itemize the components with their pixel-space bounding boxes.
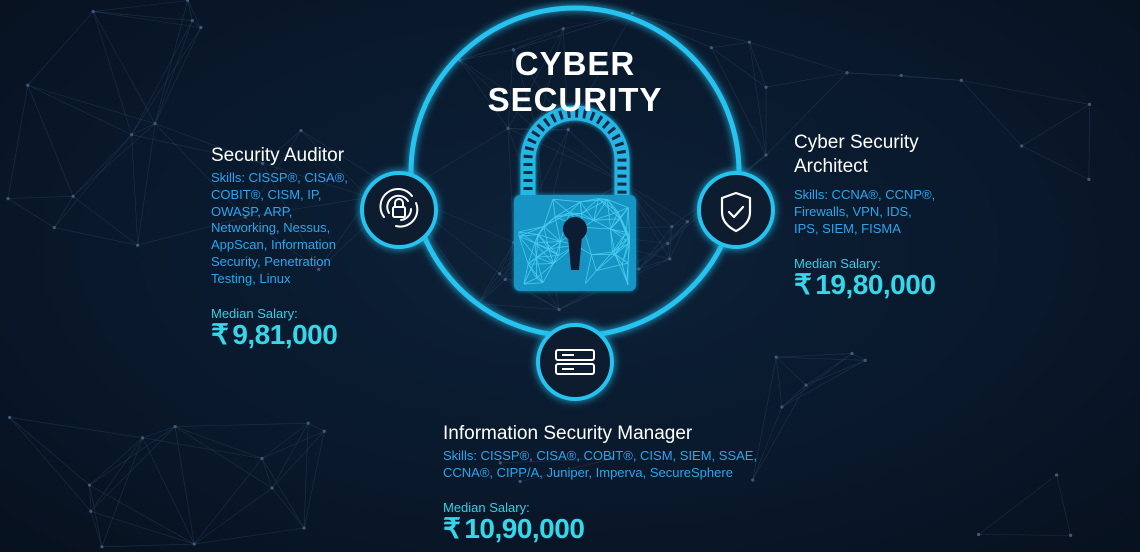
architect-title: Cyber Security Architect: [794, 132, 919, 177]
architect-salary: ₹19,80,000: [794, 269, 936, 300]
page-title: CYBER SECURITY: [487, 45, 663, 118]
manager-skills: Skills: CISSP®, CISA®, COBIT®, CISM, SIE…: [443, 448, 758, 480]
rupee-symbol: ₹: [443, 513, 461, 544]
rupee-symbol: ₹: [794, 269, 812, 300]
rupee-symbol: ₹: [211, 319, 229, 350]
auditor-skills: Skills: CISSP®, CISA®, COBIT®, CISM, IP,…: [211, 170, 348, 286]
auditor-salary: ₹9,81,000: [211, 319, 338, 350]
architect-icon-circle: [697, 171, 775, 249]
padlock-icon: [514, 105, 636, 291]
manager-icon-circle: [536, 323, 614, 401]
auditor-icon-circle: [360, 171, 438, 249]
architect-skills: Skills: CCNA®, CCNP®, Firewalls, VPN, ID…: [794, 187, 936, 236]
manager-salary: ₹10,90,000: [443, 513, 585, 544]
manager-title: Information Security Manager: [443, 423, 693, 444]
auditor-title: Security Auditor: [211, 145, 345, 166]
